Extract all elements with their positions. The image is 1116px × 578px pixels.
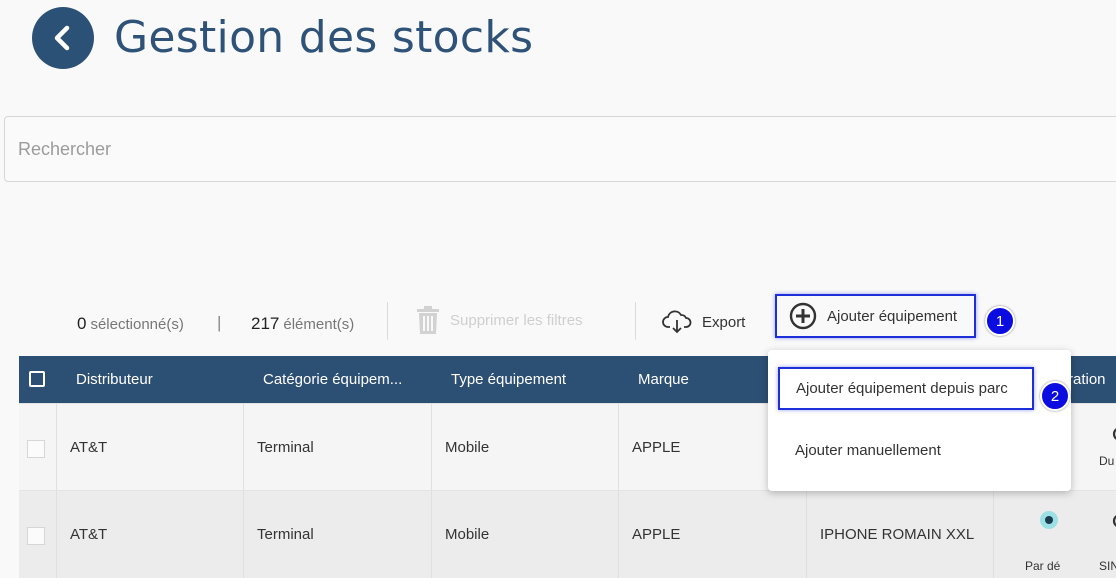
cell-categorie: Terminal [243,404,431,490]
cell-categorie: Terminal [243,491,431,578]
export-button[interactable]: Export [662,310,745,334]
row-checkbox[interactable] [27,440,45,458]
cell-distributeur: AT&T [56,404,243,490]
column-header-distributeur[interactable]: Distributeur [76,356,153,403]
selected-count-label: sélectionné(s) [90,316,184,333]
cell-type: Mobile [431,491,618,578]
config-text: SIN [1099,559,1116,573]
column-header-type[interactable]: Type équipement [451,356,566,403]
total-count-label: élément(s) [283,316,355,333]
config-text: Du [1099,454,1115,468]
table-row[interactable]: AT&T Terminal Mobile APPLE IPHONE ROMAIN… [19,490,1116,578]
plus-circle-icon [789,302,817,330]
toolbar-divider [635,302,636,340]
total-count: 217 élément(s) [251,314,354,334]
chevron-left-icon [54,25,70,51]
cell-marque: APPLE [618,491,806,578]
config-tag: Par dé [1025,559,1061,573]
step-badge: 2 [1040,381,1070,411]
count-separator: | [217,313,222,332]
selected-count-value: 0 [77,314,87,333]
column-header-configuration[interactable]: ration [1068,356,1106,403]
clear-filters-label: Supprimer les filtres [450,311,583,329]
status-icon [1112,515,1116,527]
total-count-value: 217 [251,314,280,333]
toolbar: 0 sélectionné(s) | 217 élément(s) Supprime… [0,294,1116,348]
trash-icon [417,306,439,334]
step-badge: 1 [985,306,1015,336]
page-title: Gestion des stocks [114,12,534,63]
add-equipment-menu: Ajouter équipement depuis parc Ajouter m… [768,350,1071,491]
search-input[interactable] [18,117,618,181]
cell-type: Mobile [431,404,618,490]
select-all-checkbox[interactable] [29,371,45,387]
menu-item-add-manually[interactable]: Ajouter manuellement [795,442,941,459]
cell-modele: IPHONE ROMAIN XXL [806,491,993,578]
column-header-categorie[interactable]: Catégorie équipem... [263,356,402,403]
add-equipment-button[interactable]: Ajouter équipement [775,294,976,338]
selected-count: 0 sélectionné(s) [77,314,184,334]
menu-item-add-from-inventory[interactable]: Ajouter équipement depuis parc [778,367,1034,410]
row-checkbox[interactable] [27,527,45,545]
column-header-marque[interactable]: Marque [638,356,689,403]
status-icon [1112,428,1116,440]
toolbar-divider [387,302,388,340]
cell-distributeur: AT&T [56,491,243,578]
cloud-download-icon [662,310,692,334]
add-equipment-label: Ajouter équipement [827,307,958,325]
search-box[interactable] [4,116,1116,182]
export-label: Export [702,313,746,331]
palette-icon [1040,511,1058,529]
back-button[interactable] [32,7,94,69]
clear-filters-button[interactable]: Supprimer les filtres [416,306,583,334]
